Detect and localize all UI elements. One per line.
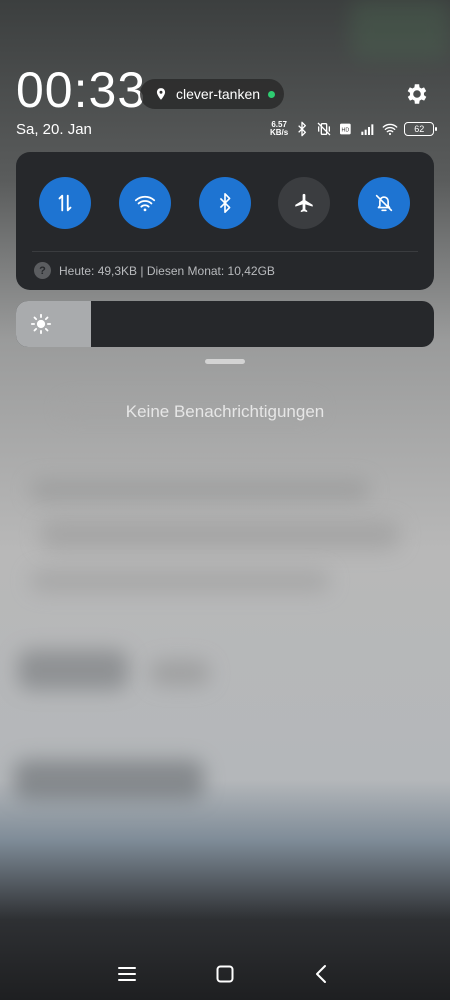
bluetooth-icon [219, 193, 231, 213]
location-active-dot [268, 90, 276, 98]
menu-icon[interactable] [115, 962, 139, 986]
battery-indicator: 62 [404, 122, 438, 136]
airplane-mode-toggle[interactable] [278, 177, 330, 229]
clock[interactable]: 00:33 [16, 62, 146, 118]
bluetooth-status-icon [298, 121, 307, 137]
bell-off-icon [375, 194, 393, 212]
background-blur [40, 520, 400, 550]
brightness-fill [16, 301, 92, 347]
empty-notifications-text: Keine Benachrichtigungen [125, 402, 325, 421]
signal-icon [361, 124, 374, 135]
svg-text:HD: HD [342, 128, 350, 134]
data-usage-row[interactable]: ? Heute: 49,3KB | Diesen Monat: 10,42GB [34, 262, 275, 279]
wifi-icon [134, 195, 156, 212]
background-blur [18, 650, 128, 690]
gear-icon[interactable] [404, 81, 430, 107]
location-chip[interactable]: clever-tanken [140, 79, 284, 109]
network-speed: 6.57 KB/s [270, 121, 288, 137]
panel-drag-handle[interactable] [205, 359, 245, 364]
background-blur [350, 0, 450, 60]
airplane-icon [295, 193, 313, 213]
mobile-data-toggle[interactable] [39, 177, 91, 229]
wifi-status-icon [382, 123, 398, 136]
status-icons: 6.57 KB/s HD 62 [270, 118, 438, 140]
background-blur [30, 480, 370, 500]
quick-settings-panel: ? Heute: 49,3KB | Diesen Monat: 10,42GB [16, 152, 434, 290]
back-icon[interactable] [310, 962, 334, 986]
brightness-slider[interactable] [16, 301, 434, 347]
location-pin-icon [156, 88, 166, 100]
vibrate-off-icon [317, 122, 331, 136]
data-usage-text: Heute: 49,3KB | Diesen Monat: 10,42GB [59, 263, 275, 278]
background-blur [150, 660, 210, 686]
background-blur [30, 570, 330, 592]
date[interactable]: Sa, 20. Jan [16, 121, 92, 138]
sun-icon [30, 313, 52, 335]
panel-divider [32, 251, 418, 252]
background-blur [14, 760, 204, 800]
navigation-bar [0, 948, 450, 1000]
network-speed-unit: KB/s [270, 128, 289, 137]
wifi-toggle[interactable] [119, 177, 171, 229]
help-icon: ? [34, 262, 51, 279]
silent-mode-toggle[interactable] [358, 177, 410, 229]
data-arrows-icon [58, 194, 72, 212]
home-icon[interactable] [213, 962, 237, 986]
bluetooth-toggle[interactable] [199, 177, 251, 229]
location-chip-label: clever-tanken [176, 86, 261, 102]
volte-icon: HD [340, 123, 351, 135]
